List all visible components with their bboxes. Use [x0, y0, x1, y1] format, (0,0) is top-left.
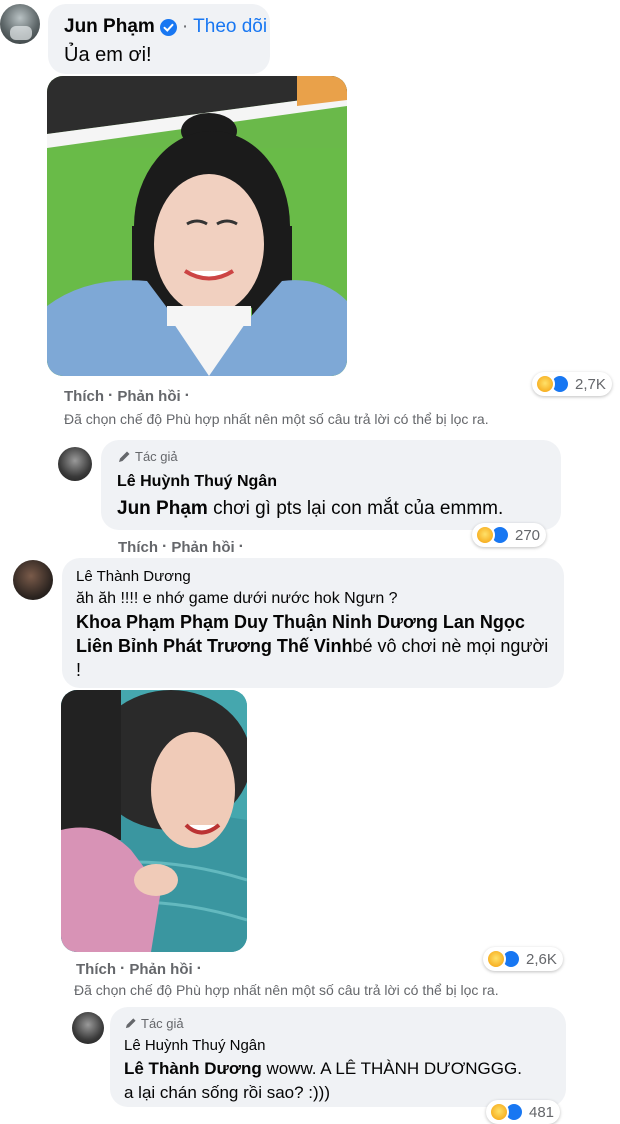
reply-text: a lại chán sống rồi sao? :)))	[124, 1083, 330, 1102]
reaction-count: 2,6K	[526, 950, 557, 968]
reaction-count: 270	[515, 526, 541, 544]
follow-link[interactable]: Theo dõi	[193, 16, 267, 38]
comment-text-line: bé vô chơi nè mọi người	[352, 636, 549, 656]
comment-bubble: Jun Phạm · Theo dõi Ủa em ơi!	[48, 4, 270, 74]
comment-author[interactable]: Lê Thành Dương	[76, 568, 191, 585]
haha-reaction-icon	[489, 1102, 509, 1122]
mention-links[interactable]: Liên Bỉnh Phát Trương Thế Vinh	[76, 636, 353, 656]
reaction-summary[interactable]: 2,7K	[532, 372, 612, 396]
haha-reaction-icon	[535, 374, 555, 394]
reaction-summary[interactable]: 270	[472, 523, 547, 547]
reply-link[interactable]: Phản hồi	[117, 388, 180, 405]
author-badge: Tác giả	[135, 449, 178, 464]
comment-photo[interactable]	[61, 690, 247, 952]
like-link[interactable]: Thích	[64, 388, 104, 405]
avatar-jun-pham[interactable]	[0, 4, 40, 44]
pencil-icon	[124, 1017, 137, 1030]
comment-bubble: Lê Thành Dương ăh ăh !!!! e nhớ game dướ…	[62, 558, 564, 688]
avatar-le-huynh-thuy-ngan[interactable]	[72, 1012, 104, 1044]
reply-author[interactable]: Lê Huỳnh Thuý Ngân	[117, 473, 277, 491]
reply-link[interactable]: Phản hồi	[171, 539, 234, 556]
reply-link[interactable]: Phản hồi	[129, 961, 192, 978]
comment-photo[interactable]	[47, 76, 347, 376]
reaction-summary[interactable]: 481	[486, 1100, 561, 1124]
reply-bubble: Tác giả Lê Huỳnh Thuý Ngân Lê Thành Dươn…	[110, 1007, 566, 1107]
comment-text-line: !	[76, 660, 82, 680]
mention-links[interactable]: Khoa Phạm Phạm Duy Thuận Ninh Dương Lan …	[76, 612, 525, 633]
haha-reaction-icon	[486, 949, 506, 969]
reply-author[interactable]: Lê Huỳnh Thuý Ngân	[124, 1037, 265, 1054]
avatar-le-huynh-thuy-ngan[interactable]	[58, 447, 92, 481]
reply-bubble: Tác giả Lê Huỳnh Thuý Ngân Jun Phạm chơi…	[101, 440, 561, 530]
verified-badge-icon	[159, 18, 177, 36]
like-link[interactable]: Thích	[118, 539, 158, 556]
comment-text-line: ăh ăh !!!! e nhớ game dưới nước hok Ngưn…	[76, 590, 398, 607]
filter-note: Đã chọn chế độ Phù hợp nhất nên một số c…	[64, 411, 489, 427]
like-link[interactable]: Thích	[76, 961, 116, 978]
comment-author[interactable]: Jun Phạm	[64, 16, 155, 38]
filter-note: Đã chọn chế độ Phù hợp nhất nên một số c…	[74, 982, 499, 998]
reaction-count: 481	[529, 1103, 555, 1121]
reaction-count: 2,7K	[575, 375, 606, 393]
haha-reaction-icon	[475, 525, 495, 545]
reply-text: woww. A LÊ THÀNH DƯƠNGGG.	[261, 1059, 522, 1078]
avatar-le-thanh-duong[interactable]	[13, 560, 53, 600]
pencil-icon	[117, 450, 131, 464]
mention-link[interactable]: Jun Phạm	[117, 498, 208, 519]
author-badge: Tác giả	[141, 1016, 184, 1031]
mention-link[interactable]: Lê Thành Dương	[124, 1059, 262, 1078]
reply-text: chơi gì pts lại con mắt của emmm.	[207, 498, 504, 519]
comment-text: Ủa em ơi!	[64, 44, 152, 66]
reaction-summary[interactable]: 2,6K	[483, 947, 563, 971]
